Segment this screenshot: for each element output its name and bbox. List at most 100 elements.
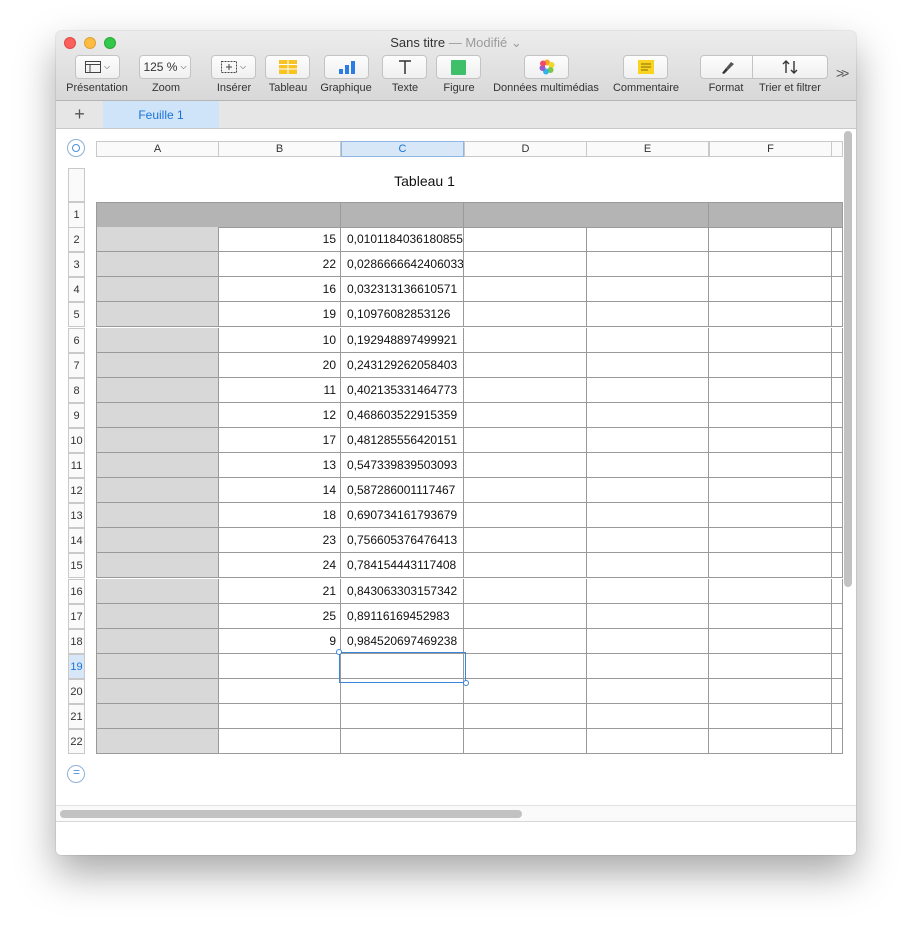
cell-d14[interactable] xyxy=(464,528,587,553)
cell-g6[interactable] xyxy=(831,328,843,353)
cell-b10[interactable]: 17 xyxy=(218,428,341,453)
cell-e17[interactable] xyxy=(586,604,709,629)
cell-b3[interactable]: 22 xyxy=(218,252,341,277)
row-header-16[interactable]: 16 xyxy=(68,579,85,604)
cell-a20[interactable] xyxy=(96,679,219,704)
cell-e18[interactable] xyxy=(586,629,709,654)
row-header-10[interactable]: 10 xyxy=(68,428,85,453)
cell-g17[interactable] xyxy=(831,604,843,629)
cell-d13[interactable] xyxy=(464,503,587,528)
document-status[interactable]: — Modifié xyxy=(449,35,508,50)
column-header-g[interactable] xyxy=(831,141,843,157)
cell-a15[interactable] xyxy=(96,553,219,578)
cell-c5[interactable]: 0,10976082853126 xyxy=(341,302,464,327)
column-header-f[interactable]: F xyxy=(709,141,832,157)
cell-f8[interactable] xyxy=(709,378,832,403)
cell-b19[interactable] xyxy=(218,654,341,679)
vertical-scrollbar[interactable] xyxy=(844,131,852,587)
cell-c11[interactable]: 0,547339839503093 xyxy=(341,453,464,478)
cell-g12[interactable] xyxy=(831,478,843,503)
cell-a5[interactable] xyxy=(96,302,219,327)
cell-e16[interactable] xyxy=(586,579,709,604)
cell-b4[interactable]: 16 xyxy=(218,277,341,302)
cell-c16[interactable]: 0,843063303157342 xyxy=(341,579,464,604)
column-header-d[interactable]: D xyxy=(464,141,587,157)
shape-button[interactable] xyxy=(436,55,481,79)
column-header-a[interactable]: A xyxy=(96,141,219,157)
cell-g16[interactable] xyxy=(831,579,843,604)
cell-c8[interactable]: 0,402135331464773 xyxy=(341,378,464,403)
cell-c15[interactable]: 0,784154443117408 xyxy=(341,553,464,578)
cell-f17[interactable] xyxy=(709,604,832,629)
cell-e20[interactable] xyxy=(586,679,709,704)
cell-b13[interactable]: 18 xyxy=(218,503,341,528)
row-header-9[interactable]: 9 xyxy=(68,403,85,428)
cell-g20[interactable] xyxy=(831,679,843,704)
cell-d7[interactable] xyxy=(464,353,587,378)
cell-d17[interactable] xyxy=(464,604,587,629)
cell-b5[interactable]: 19 xyxy=(218,302,341,327)
cell-d15[interactable] xyxy=(464,553,587,578)
cell-a8[interactable] xyxy=(96,378,219,403)
insert-button[interactable]: ⌵ xyxy=(211,55,256,79)
cell-c6[interactable]: 0,192948897499921 xyxy=(341,328,464,353)
cell-g13[interactable] xyxy=(831,503,843,528)
column-header-b[interactable]: B xyxy=(218,141,341,157)
table-title[interactable]: Tableau 1 xyxy=(96,173,753,189)
cell-f1[interactable] xyxy=(709,202,832,228)
column-header-c[interactable]: C xyxy=(341,141,464,157)
selection-handle-top-left[interactable] xyxy=(336,649,342,655)
cell-d3[interactable] xyxy=(464,252,587,277)
cell-c4[interactable]: 0,032313136610571 xyxy=(341,277,464,302)
cell-c22[interactable] xyxy=(341,729,464,754)
cell-a18[interactable] xyxy=(96,629,219,654)
cell-d22[interactable] xyxy=(464,729,587,754)
cell-g11[interactable] xyxy=(831,453,843,478)
cell-f2[interactable] xyxy=(709,227,832,252)
cell-f16[interactable] xyxy=(709,579,832,604)
column-header-e[interactable]: E xyxy=(586,141,709,157)
comment-button[interactable] xyxy=(623,55,668,79)
cell-e6[interactable] xyxy=(586,328,709,353)
select-table-button[interactable] xyxy=(67,139,85,157)
cell-e22[interactable] xyxy=(586,729,709,754)
cell-c18[interactable]: 0,984520697469238 xyxy=(341,629,464,654)
cell-f22[interactable] xyxy=(709,729,832,754)
row-header-3[interactable]: 3 xyxy=(68,252,85,277)
cell-a1[interactable] xyxy=(96,202,219,228)
cell-d1[interactable] xyxy=(464,202,587,228)
cell-f13[interactable] xyxy=(709,503,832,528)
cell-a11[interactable] xyxy=(96,453,219,478)
row-header-5[interactable]: 5 xyxy=(68,302,85,327)
row-header-7[interactable]: 7 xyxy=(68,353,85,378)
cell-d6[interactable] xyxy=(464,328,587,353)
cell-d8[interactable] xyxy=(464,378,587,403)
cell-g1[interactable] xyxy=(831,202,843,228)
text-button[interactable] xyxy=(382,55,427,79)
cell-a21[interactable] xyxy=(96,704,219,729)
cell-e7[interactable] xyxy=(586,353,709,378)
row-header-6[interactable]: 6 xyxy=(68,328,85,353)
cell-c17[interactable]: 0,89116169452983 xyxy=(341,604,464,629)
title-chevron-icon[interactable]: ⌄ xyxy=(511,35,522,50)
cell-e11[interactable] xyxy=(586,453,709,478)
cell-f3[interactable] xyxy=(709,252,832,277)
cell-d20[interactable] xyxy=(464,679,587,704)
cell-e8[interactable] xyxy=(586,378,709,403)
add-sheet-button[interactable]: + xyxy=(56,101,103,128)
presentation-button[interactable]: ⌵ xyxy=(75,55,120,79)
cell-a3[interactable] xyxy=(96,252,219,277)
cell-a16[interactable] xyxy=(96,579,219,604)
cell-g5[interactable] xyxy=(831,302,843,327)
cell-c9[interactable]: 0,468603522915359 xyxy=(341,403,464,428)
cell-f18[interactable] xyxy=(709,629,832,654)
cell-g15[interactable] xyxy=(831,553,843,578)
cell-a13[interactable] xyxy=(96,503,219,528)
cell-c21[interactable] xyxy=(341,704,464,729)
cell-b16[interactable]: 21 xyxy=(218,579,341,604)
cell-f21[interactable] xyxy=(709,704,832,729)
cell-a7[interactable] xyxy=(96,353,219,378)
cell-d18[interactable] xyxy=(464,629,587,654)
cell-f12[interactable] xyxy=(709,478,832,503)
cell-g8[interactable] xyxy=(831,378,843,403)
